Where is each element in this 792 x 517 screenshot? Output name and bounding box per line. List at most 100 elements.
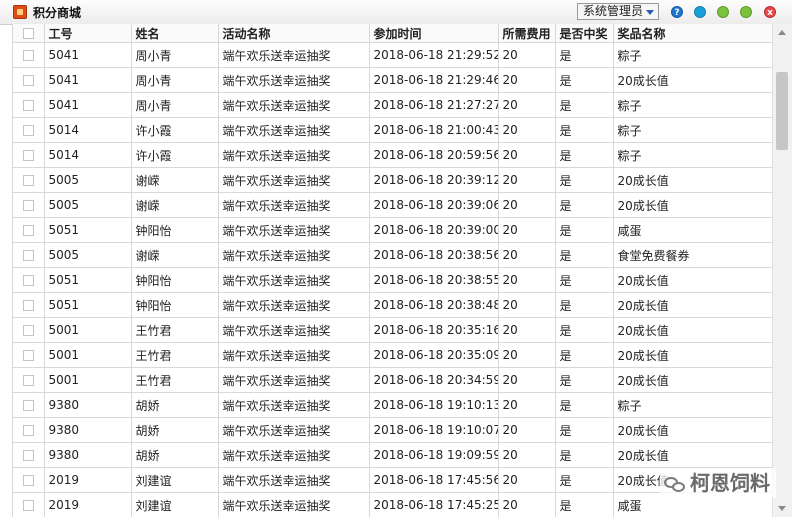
checkbox[interactable]: [22, 28, 34, 39]
cell-name: 周小青: [131, 42, 219, 68]
column-header-prize[interactable]: 奖品名称: [613, 24, 773, 43]
cell-join-time: 2018-06-18 19:10:13: [369, 392, 499, 418]
cell-cost: 20: [498, 292, 556, 318]
row-checkbox-cell[interactable]: [13, 242, 45, 268]
scroll-down-arrow-icon[interactable]: [778, 506, 786, 511]
cell-prize: 粽子: [613, 392, 773, 418]
row-checkbox-cell[interactable]: [13, 317, 45, 343]
column-header-join-time[interactable]: 参加时间: [369, 24, 499, 43]
table-row[interactable]: 5041 周小青 端午欢乐送幸运抽奖 2018-06-18 21:27:27 20 是粽子: [13, 92, 773, 118]
checkbox[interactable]: [22, 200, 34, 211]
row-checkbox-cell[interactable]: [13, 442, 45, 468]
checkbox[interactable]: [22, 500, 34, 511]
table-row[interactable]: 5051 钟阳怡 端午欢乐送幸运抽奖 2018-06-18 20:38:48 20 是 20…: [13, 292, 773, 318]
maximize-icon[interactable]: [740, 6, 752, 18]
row-checkbox-cell[interactable]: [13, 67, 45, 93]
column-header-won[interactable]: 是否中奖: [555, 24, 614, 43]
checkbox[interactable]: [22, 375, 34, 386]
checkbox[interactable]: [22, 350, 34, 361]
cell-cost: 20: [498, 192, 556, 218]
cell-cost: 20: [498, 167, 556, 193]
refresh-icon[interactable]: [694, 6, 706, 18]
cell-name: 周小青: [131, 92, 219, 118]
cell-employee-id: 2019: [44, 492, 132, 517]
cell-employee-id: 9380: [44, 392, 132, 418]
row-checkbox-cell[interactable]: [13, 467, 45, 493]
cell-prize: 粽子: [613, 117, 773, 143]
checkbox[interactable]: [22, 425, 34, 436]
checkbox[interactable]: [22, 400, 34, 411]
checkbox[interactable]: [22, 300, 34, 311]
cell-employee-id: 5005: [44, 192, 132, 218]
row-checkbox-cell[interactable]: [13, 92, 45, 118]
checkbox[interactable]: [22, 325, 34, 336]
column-header-employee-id[interactable]: 工号: [44, 24, 132, 43]
row-checkbox-cell[interactable]: [13, 342, 45, 368]
user-role-dropdown[interactable]: 系统管理员: [577, 3, 659, 20]
table-row[interactable]: 9380 胡娇 端午欢乐送幸运抽奖 2018-06-18 19:10:07 20 是 20成…: [13, 417, 773, 443]
minimize-icon[interactable]: [717, 6, 729, 18]
column-header-activity[interactable]: 活动名称: [218, 24, 370, 43]
cell-name: 刘建谊: [131, 492, 219, 517]
table-row[interactable]: 5041 周小青 端午欢乐送幸运抽奖 2018-06-18 21:29:52 20 是粽子: [13, 42, 773, 68]
row-checkbox-cell[interactable]: [13, 292, 45, 318]
cell-activity: 端午欢乐送幸运抽奖: [218, 67, 370, 93]
vertical-scrollbar[interactable]: [772, 24, 792, 517]
close-icon[interactable]: x: [764, 6, 776, 18]
table-row[interactable]: 5005 谢嵘 端午欢乐送幸运抽奖 2018-06-18 20:39:12 20 是 20成…: [13, 167, 773, 193]
table-row[interactable]: 9380 胡娇 端午欢乐送幸运抽奖 2018-06-18 19:09:59 20 是 20成…: [13, 442, 773, 468]
row-checkbox-cell[interactable]: [13, 192, 45, 218]
row-checkbox-cell[interactable]: [13, 392, 45, 418]
checkbox[interactable]: [22, 75, 34, 86]
row-checkbox-cell[interactable]: [13, 117, 45, 143]
table-row[interactable]: 5001 王竹君 端午欢乐送幸运抽奖 2018-06-18 20:35:09 20 是 20…: [13, 342, 773, 368]
cell-cost: 20: [498, 242, 556, 268]
table-row[interactable]: 5001 王竹君 端午欢乐送幸运抽奖 2018-06-18 20:34:59 20 是 20…: [13, 367, 773, 393]
table-row[interactable]: 2019 刘建谊 端午欢乐送幸运抽奖 2018-06-18 17:45:25 20 是咸蛋: [13, 492, 773, 517]
checkbox[interactable]: [22, 225, 34, 236]
checkbox[interactable]: [22, 275, 34, 286]
select-all-checkbox-cell[interactable]: [13, 24, 45, 43]
table-row[interactable]: 2019 刘建谊 端午欢乐送幸运抽奖 2018-06-18 17:45:56 20 是 20…: [13, 467, 773, 493]
checkbox[interactable]: [22, 150, 34, 161]
table-row[interactable]: 5005 谢嵘 端午欢乐送幸运抽奖 2018-06-18 20:39:06 20 是 20成…: [13, 192, 773, 218]
row-checkbox-cell[interactable]: [13, 217, 45, 243]
row-checkbox-cell[interactable]: [13, 267, 45, 293]
table-row[interactable]: 5051 钟阳怡 端午欢乐送幸运抽奖 2018-06-18 20:38:55 20 是 20…: [13, 267, 773, 293]
cell-employee-id: 5041: [44, 67, 132, 93]
checkbox[interactable]: [22, 125, 34, 136]
checkbox[interactable]: [22, 175, 34, 186]
row-checkbox-cell[interactable]: [13, 417, 45, 443]
cell-activity: 端午欢乐送幸运抽奖: [218, 492, 370, 517]
cell-won: 是: [555, 492, 614, 517]
app-logo-icon: [13, 5, 27, 19]
row-checkbox-cell[interactable]: [13, 367, 45, 393]
column-header-name[interactable]: 姓名: [131, 24, 219, 43]
table-row[interactable]: 5041 周小青 端午欢乐送幸运抽奖 2018-06-18 21:29:46 20 是 20…: [13, 67, 773, 93]
cell-name: 王竹君: [131, 317, 219, 343]
checkbox[interactable]: [22, 475, 34, 486]
cell-employee-id: 5001: [44, 342, 132, 368]
checkbox[interactable]: [22, 250, 34, 261]
row-checkbox-cell[interactable]: [13, 142, 45, 168]
checkbox[interactable]: [22, 450, 34, 461]
row-checkbox-cell[interactable]: [13, 167, 45, 193]
column-header-cost[interactable]: 所需费用: [498, 24, 556, 43]
table-row[interactable]: 5051 钟阳怡 端午欢乐送幸运抽奖 2018-06-18 20:39:00 20 是咸蛋: [13, 217, 773, 243]
scrollbar-thumb[interactable]: [776, 72, 788, 150]
scroll-up-arrow-icon[interactable]: [778, 30, 786, 35]
table-row[interactable]: 5005 谢嵘 端午欢乐送幸运抽奖 2018-06-18 20:38:56 20 是食堂免…: [13, 242, 773, 268]
checkbox[interactable]: [22, 50, 34, 61]
checkbox[interactable]: [22, 100, 34, 111]
table-row[interactable]: 5014 许小霞 端午欢乐送幸运抽奖 2018-06-18 21:00:43 20 是粽子: [13, 117, 773, 143]
table-row[interactable]: 5001 王竹君 端午欢乐送幸运抽奖 2018-06-18 20:35:16 20 是 20…: [13, 317, 773, 343]
cell-prize: 20成长值: [613, 417, 773, 443]
cell-won: 是: [555, 392, 614, 418]
cell-employee-id: 5001: [44, 367, 132, 393]
wechat-icon: [664, 475, 686, 495]
row-checkbox-cell[interactable]: [13, 42, 45, 68]
help-icon[interactable]: ?: [671, 6, 683, 18]
table-row[interactable]: 5014 许小霞 端午欢乐送幸运抽奖 2018-06-18 20:59:56 20 是粽子: [13, 142, 773, 168]
row-checkbox-cell[interactable]: [13, 492, 45, 517]
table-row[interactable]: 9380 胡娇 端午欢乐送幸运抽奖 2018-06-18 19:10:13 20 是粽子: [13, 392, 773, 418]
